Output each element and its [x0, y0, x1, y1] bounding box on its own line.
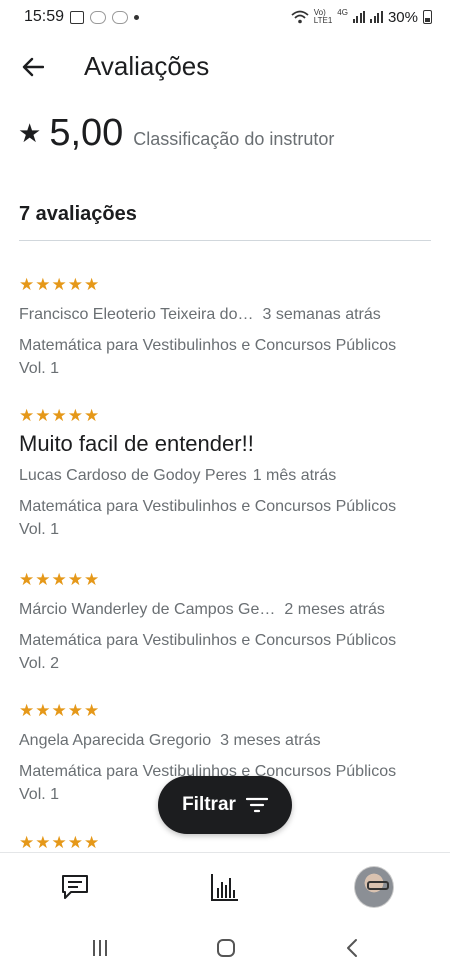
avatar [354, 866, 394, 908]
review-item: ★★★★★ [19, 834, 434, 852]
wifi-icon [291, 10, 309, 24]
review-time: 2 meses atrás [284, 601, 385, 618]
review-meta: Márcio Wanderley de Campos Ge… 2 meses a… [19, 601, 434, 619]
rating-value: 5,00 [49, 112, 124, 154]
page-title: Avaliações [84, 51, 210, 81]
battery-icon [423, 10, 432, 24]
recents-button[interactable] [88, 936, 112, 960]
review-course: Matemática para Vestibulinhos e Concurso… [19, 337, 397, 377]
more-notifications-dot-icon [134, 14, 140, 20]
back-icon [347, 939, 357, 957]
chat-icon [62, 875, 88, 899]
back-button[interactable] [18, 52, 48, 82]
review-time: 3 semanas atrás [262, 306, 381, 323]
reviews-count-title: 7 avaliações [19, 203, 137, 225]
bar-chart-icon [211, 874, 238, 901]
system-nav [0, 920, 450, 975]
header: Avaliações [0, 40, 450, 92]
filter-icon [245, 797, 268, 813]
review-item: ★★★★★ Francisco Eleoterio Teixeira do… 3… [19, 276, 434, 380]
status-left: 15:59 [24, 8, 140, 26]
system-back-button[interactable] [340, 936, 364, 960]
review-stars: ★★★★★ [19, 701, 101, 720]
review-stars: ★★★★★ [19, 570, 101, 589]
review-meta: Francisco Eleoterio Teixeira do… 3 seman… [19, 306, 434, 324]
arrow-left-icon [22, 57, 44, 77]
gallery-notification-icon [70, 10, 85, 24]
message-notification-icon [90, 10, 107, 24]
review-course: Matemática para Vestibulinhos e Concurso… [19, 498, 397, 538]
review-time: 1 mês atrás [252, 467, 337, 484]
review-author: Márcio Wanderley de Campos Ge… [19, 601, 276, 618]
nav-messages[interactable] [55, 867, 95, 907]
review-author: Francisco Eleoterio Teixeira do… [19, 306, 254, 323]
review-text: Muito facil de entender!! [19, 431, 254, 456]
nav-performance[interactable] [205, 867, 245, 907]
signal-icon [352, 11, 366, 23]
home-button[interactable] [214, 936, 238, 960]
lte-label: LTE1 [313, 16, 333, 25]
rating-caption: Classificação do instrutor [133, 129, 335, 149]
signal-icon-2 [370, 11, 383, 23]
star-icon: ★ [18, 118, 42, 148]
battery-percent: 30% [387, 8, 418, 26]
review-author: Angela Aparecida Gregorio [19, 732, 212, 749]
status-time: 15:59 [24, 8, 65, 25]
review-stars: ★★★★★ [19, 833, 101, 852]
message-notification-icon-2 [112, 10, 129, 24]
review-meta: Angela Aparecida Gregorio 3 meses atrás [19, 732, 434, 750]
rating-summary: ★ 5,00 Classificação do instrutor [18, 112, 334, 155]
home-icon [217, 939, 235, 957]
status-bar: 15:59 Vo) LTE1 4G 30% [0, 0, 450, 34]
filter-label: Filtrar [182, 794, 236, 815]
review-stars: ★★★★★ [19, 406, 101, 425]
review-meta: Lucas Cardoso de Godoy Peres 1 mês atrás [19, 467, 434, 485]
recents-icon [93, 940, 107, 956]
review-item: ★★★★★ Muito facil de entender!! Lucas Ca… [19, 407, 434, 541]
bottom-nav [0, 852, 450, 920]
status-right: Vo) LTE1 4G 30% [291, 7, 432, 26]
review-stars: ★★★★★ [19, 275, 101, 294]
nav-profile[interactable] [354, 866, 394, 908]
review-course: Matemática para Vestibulinhos e Concurso… [19, 632, 397, 672]
review-time: 3 meses atrás [220, 732, 321, 749]
review-item: ★★★★★ Márcio Wanderley de Campos Ge… 2 m… [19, 571, 434, 675]
divider [19, 240, 431, 241]
filter-button[interactable]: Filtrar [158, 776, 292, 834]
network-4g-label: 4G [337, 7, 348, 17]
review-author: Lucas Cardoso de Godoy Peres [19, 467, 247, 484]
